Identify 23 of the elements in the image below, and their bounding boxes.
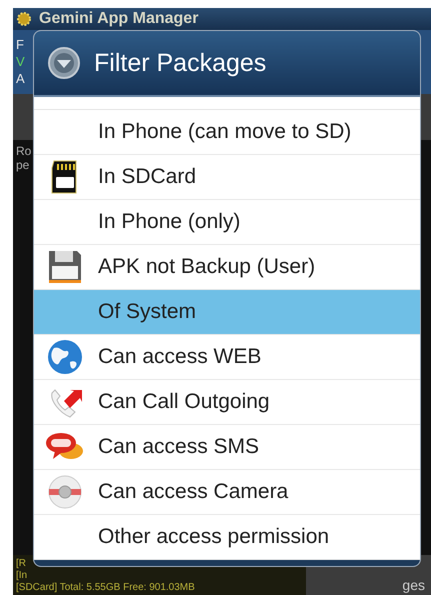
side-label: ges — [402, 577, 425, 593]
list-text: pe — [15, 158, 30, 172]
panel-text: V — [16, 54, 26, 70]
status-text: [In — [16, 570, 28, 582]
gear-icon — [17, 12, 31, 26]
filter-option[interactable]: Can access WEB — [34, 335, 420, 380]
app-title: Gemini App Manager — [39, 10, 198, 28]
webcam-icon — [47, 474, 83, 510]
dialog-title: Filter Packages — [94, 48, 266, 78]
panel-text: F — [16, 37, 25, 53]
globe-icon — [46, 338, 84, 376]
filter-option[interactable]: Can Call Outgoing — [34, 380, 420, 425]
filter-option[interactable]: In Phone (can move to SD) — [34, 110, 420, 155]
filter-option[interactable]: Can access Camera — [34, 470, 420, 515]
filter-option[interactable]: In SDCard — [34, 155, 420, 200]
filter-option[interactable]: Can access SMS — [34, 425, 420, 470]
status-text: [SDCard] Total: 5.55GB Free: 901.03MB — [16, 582, 196, 594]
status-text: [R — [16, 558, 27, 570]
list-text: Ro — [15, 144, 32, 158]
panel-text: A — [16, 71, 26, 87]
filter-option[interactable]: Of System — [34, 290, 420, 335]
filter-option[interactable]: In Phone (only) — [34, 200, 420, 245]
filter-icon — [48, 47, 80, 79]
